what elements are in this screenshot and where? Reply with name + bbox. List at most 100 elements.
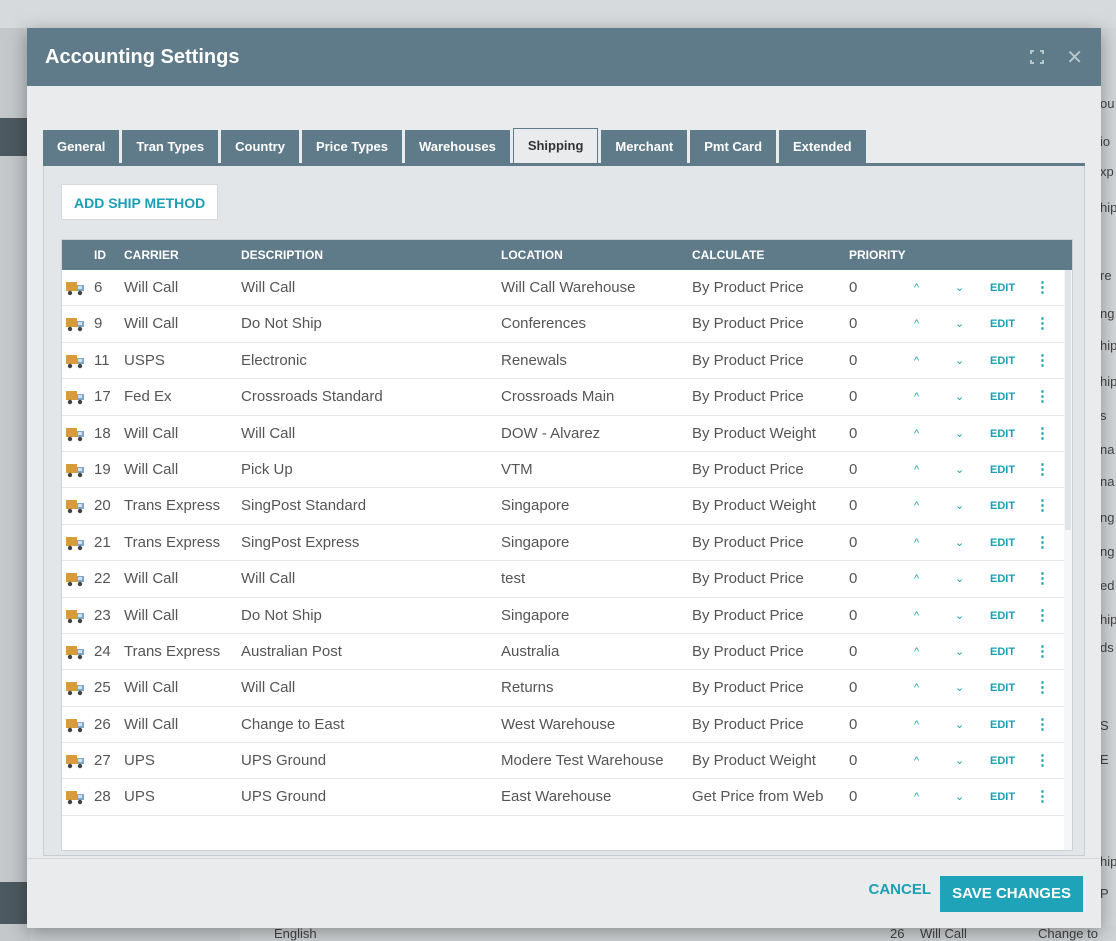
chevron-down-icon[interactable]: ⌄ — [955, 306, 964, 342]
more-options-icon[interactable]: ⋮ — [1035, 525, 1050, 561]
more-options-icon[interactable]: ⋮ — [1035, 598, 1050, 634]
edit-button[interactable]: EDIT — [990, 270, 1015, 306]
chevron-up-icon[interactable]: ^ — [914, 416, 919, 452]
more-options-icon[interactable]: ⋮ — [1035, 670, 1050, 706]
chevron-down-icon[interactable]: ⌄ — [955, 270, 964, 306]
more-options-icon[interactable]: ⋮ — [1035, 707, 1050, 743]
edit-button[interactable]: EDIT — [990, 779, 1015, 815]
chevron-down-icon[interactable]: ⌄ — [955, 743, 964, 779]
chevron-down-icon[interactable]: ⌄ — [955, 561, 964, 597]
chevron-down-icon[interactable]: ⌄ — [955, 525, 964, 561]
more-options-icon[interactable]: ⋮ — [1035, 452, 1050, 488]
expand-icon[interactable] — [1030, 50, 1045, 64]
edit-button[interactable]: EDIT — [990, 634, 1015, 670]
cell-id: 26 — [94, 715, 111, 733]
chevron-down-icon[interactable]: ⌄ — [955, 634, 964, 670]
table-row[interactable]: 17 Fed Ex Crossroads Standard Crossroads Ma… — [62, 379, 1072, 416]
tab-country[interactable]: Country — [221, 130, 299, 163]
edit-button[interactable]: EDIT — [990, 343, 1015, 379]
tab-general[interactable]: General — [43, 130, 120, 163]
table-row[interactable]: 6 Will Call Will Call Will Call Warehouse By… — [62, 270, 1072, 307]
edit-button[interactable]: EDIT — [990, 670, 1015, 706]
chevron-down-icon[interactable]: ⌄ — [955, 598, 964, 634]
edit-button[interactable]: EDIT — [990, 707, 1015, 743]
more-options-icon[interactable]: ⋮ — [1035, 379, 1050, 415]
cell-description: Change to East — [241, 715, 345, 733]
chevron-down-icon[interactable]: ⌄ — [955, 779, 964, 815]
column-header-calculate[interactable]: CALCULATE — [692, 240, 764, 270]
table-row[interactable]: 23 Will Call Do Not Ship Singapore By Produc… — [62, 598, 1072, 634]
edit-button[interactable]: EDIT — [990, 306, 1015, 342]
cell-carrier: Will Call — [124, 460, 179, 478]
edit-button[interactable]: EDIT — [990, 452, 1015, 488]
chevron-up-icon[interactable]: ^ — [914, 306, 919, 342]
chevron-down-icon[interactable]: ⌄ — [955, 452, 964, 488]
edit-button[interactable]: EDIT — [990, 379, 1015, 415]
more-options-icon[interactable]: ⋮ — [1035, 270, 1050, 306]
chevron-up-icon[interactable]: ^ — [914, 452, 919, 488]
tab-pmt-card[interactable]: Pmt Card — [690, 130, 777, 163]
chevron-down-icon[interactable]: ⌄ — [955, 343, 964, 379]
table-row[interactable]: 26 Will Call Change to East West Warehouse B… — [62, 707, 1072, 744]
save-changes-button[interactable]: SAVE CHANGES — [940, 876, 1083, 912]
more-options-icon[interactable]: ⋮ — [1035, 561, 1050, 597]
chevron-up-icon[interactable]: ^ — [914, 525, 919, 561]
column-header-id[interactable]: ID — [94, 240, 106, 270]
tab-extended[interactable]: Extended — [779, 130, 866, 163]
table-row[interactable]: 25 Will Call Will Call Returns By Product Pr… — [62, 670, 1072, 707]
chevron-down-icon[interactable]: ⌄ — [955, 379, 964, 415]
column-header-description[interactable]: DESCRIPTION — [241, 240, 323, 270]
table-row[interactable]: 18 Will Call Will Call DOW - Alvarez By Prod… — [62, 416, 1072, 452]
edit-button[interactable]: EDIT — [990, 561, 1015, 597]
add-ship-method-button[interactable]: ADD SHIP METHOD — [61, 184, 219, 220]
tab-merchant[interactable]: Merchant — [601, 130, 688, 163]
close-icon[interactable]: ✕ — [1066, 45, 1083, 70]
chevron-down-icon[interactable]: ⌄ — [955, 707, 964, 743]
chevron-up-icon[interactable]: ^ — [914, 488, 919, 524]
chevron-up-icon[interactable]: ^ — [914, 670, 919, 706]
column-header-carrier[interactable]: CARRIER — [124, 240, 179, 270]
column-header-location[interactable]: LOCATION — [501, 240, 563, 270]
tab-tran-types[interactable]: Tran Types — [122, 130, 219, 163]
more-options-icon[interactable]: ⋮ — [1035, 634, 1050, 670]
more-options-icon[interactable]: ⋮ — [1035, 343, 1050, 379]
table-row[interactable]: 20 Trans Express SingPost Standard Singapor… — [62, 488, 1072, 525]
chevron-up-icon[interactable]: ^ — [914, 561, 919, 597]
grid-scrollbar[interactable] — [1064, 270, 1072, 850]
table-row[interactable]: 19 Will Call Pick Up VTM By Product Price 0 ^ ⌄… — [62, 452, 1072, 489]
tab-warehouses[interactable]: Warehouses — [404, 130, 510, 163]
cancel-button[interactable]: CANCEL — [869, 881, 932, 898]
tab-shipping[interactable]: Shipping — [512, 128, 599, 163]
chevron-up-icon[interactable]: ^ — [914, 634, 919, 670]
edit-button[interactable]: EDIT — [990, 488, 1015, 524]
column-header-priority[interactable]: PRIORITY — [849, 240, 906, 270]
edit-button[interactable]: EDIT — [990, 743, 1015, 779]
edit-button[interactable]: EDIT — [990, 598, 1015, 634]
table-row[interactable]: 22 Will Call Will Call test By Product Price… — [62, 561, 1072, 598]
table-row[interactable]: 24 Trans Express Australian Post Australia B… — [62, 634, 1072, 671]
edit-button[interactable]: EDIT — [990, 525, 1015, 561]
chevron-up-icon[interactable]: ^ — [914, 379, 919, 415]
chevron-down-icon[interactable]: ⌄ — [955, 670, 964, 706]
chevron-up-icon[interactable]: ^ — [914, 343, 919, 379]
chevron-up-icon[interactable]: ^ — [914, 270, 919, 306]
more-options-icon[interactable]: ⋮ — [1035, 743, 1050, 779]
chevron-down-icon[interactable]: ⌄ — [955, 416, 964, 452]
cell-carrier: Will Call — [124, 279, 179, 296]
more-options-icon[interactable]: ⋮ — [1035, 488, 1050, 524]
table-row[interactable]: 11 USPS Electronic Renewals By Product Price… — [62, 343, 1072, 380]
chevron-up-icon[interactable]: ^ — [914, 598, 919, 634]
table-row[interactable]: 9 Will Call Do Not Ship Conferences By Produ… — [62, 306, 1072, 343]
more-options-icon[interactable]: ⋮ — [1035, 306, 1050, 342]
table-row[interactable]: 27 UPS UPS Ground Modere Test Warehouse By P… — [62, 743, 1072, 780]
more-options-icon[interactable]: ⋮ — [1035, 779, 1050, 815]
table-row[interactable]: 28 UPS UPS Ground East Warehouse Get Price f… — [62, 779, 1072, 816]
tab-price-types[interactable]: Price Types — [301, 130, 402, 163]
more-options-icon[interactable]: ⋮ — [1035, 416, 1050, 452]
edit-button[interactable]: EDIT — [990, 416, 1015, 452]
chevron-up-icon[interactable]: ^ — [914, 707, 919, 743]
chevron-up-icon[interactable]: ^ — [914, 743, 919, 779]
chevron-down-icon[interactable]: ⌄ — [955, 488, 964, 524]
chevron-up-icon[interactable]: ^ — [914, 779, 919, 815]
table-row[interactable]: 21 Trans Express SingPost Express Singapore… — [62, 525, 1072, 562]
